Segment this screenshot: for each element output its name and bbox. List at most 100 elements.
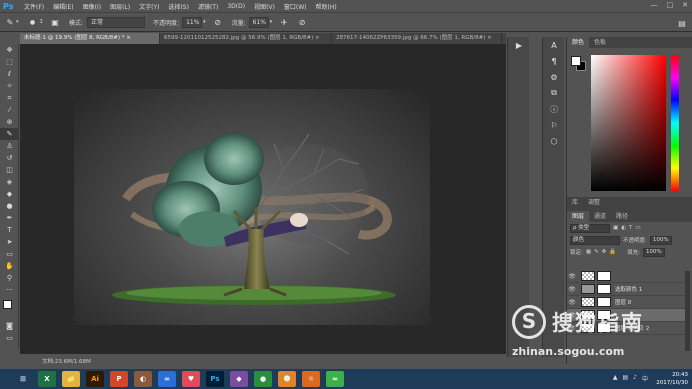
screen-mode-icon[interactable]: ▭: [0, 332, 19, 344]
tab-document-2[interactable]: 6599-12011012525282.jpg @ 56.9% (图层 1, R…: [160, 33, 332, 44]
menu-window[interactable]: 窗口(W): [284, 2, 307, 11]
3d-panel-icon[interactable]: ⬡: [543, 133, 565, 149]
airbrush-icon[interactable]: ✈: [278, 16, 290, 28]
pressure-opacity-icon[interactable]: ⊘: [212, 16, 224, 28]
layer-row[interactable]: 👁 图层 8: [567, 296, 685, 309]
filter-adjust-icon[interactable]: ◐: [621, 225, 626, 231]
system-clock[interactable]: 20:43 2017/10/30: [656, 371, 688, 387]
lasso-tool-icon[interactable]: ℓ: [0, 68, 19, 80]
menu-type[interactable]: 文字(Y): [139, 2, 159, 11]
tab-libraries[interactable]: 库: [567, 197, 583, 211]
layer-mask-thumbnail[interactable]: [597, 310, 611, 320]
network-icon[interactable]: ▤: [622, 374, 628, 383]
play-icon[interactable]: ▶: [508, 37, 530, 53]
more-tools-icon[interactable]: ···: [0, 284, 19, 296]
workspace-switcher-icon[interactable]: ▤: [676, 17, 688, 29]
photoshop-app-icon[interactable]: Ps: [206, 371, 224, 387]
filter-type-icon[interactable]: T: [629, 225, 632, 231]
paint-app-icon[interactable]: ◐: [134, 371, 152, 387]
foreground-color-swatch[interactable]: [571, 56, 581, 66]
hue-slider[interactable]: [671, 55, 679, 191]
visibility-eye-icon[interactable]: 👁: [567, 325, 577, 332]
green-app-icon[interactable]: ≈: [326, 371, 344, 387]
illustrator-app-icon[interactable]: Ai: [86, 371, 104, 387]
tab-swatches[interactable]: 色板: [589, 37, 611, 48]
layer-mask-thumbnail[interactable]: [597, 271, 611, 281]
visibility-eye-icon[interactable]: 👁: [567, 312, 577, 319]
actions-panel-icon[interactable]: ⚐: [543, 117, 565, 133]
brush-tool-icon[interactable]: ✎: [4, 16, 16, 28]
color-picker-field[interactable]: [591, 55, 666, 191]
visibility-eye-icon[interactable]: 👁: [567, 273, 577, 280]
ime-icon[interactable]: 中: [642, 374, 648, 383]
lock-move-icon[interactable]: ✥: [602, 249, 607, 255]
menu-filter[interactable]: 滤镜(T): [198, 2, 218, 11]
close-button[interactable]: ✕: [682, 1, 688, 9]
path-select-tool-icon[interactable]: ➤: [0, 236, 19, 248]
tool-preset-chevron-icon[interactable]: ▾: [16, 19, 19, 25]
paint-bucket-tool-icon[interactable]: ◈: [0, 176, 19, 188]
shape-tool-icon[interactable]: ▭: [0, 248, 19, 260]
menu-3d[interactable]: 3D(D): [227, 3, 245, 10]
tab-adjustments[interactable]: 调整: [583, 197, 605, 211]
fill-input[interactable]: 100%: [643, 247, 665, 257]
layer-row-selected[interactable]: 👁: [567, 309, 685, 322]
brush-tool-icon[interactable]: ✎: [0, 128, 19, 140]
layer-mask-thumbnail[interactable]: [597, 323, 611, 333]
color-swatches[interactable]: [0, 296, 18, 320]
pen-tool-icon[interactable]: ✒: [0, 212, 19, 224]
blur-tool-icon[interactable]: ◆: [0, 188, 19, 200]
layer-row[interactable]: 👁 图层 7 拷贝 2: [567, 322, 685, 335]
quick-mask-icon[interactable]: ◙: [0, 320, 19, 332]
lock-paint-icon[interactable]: ✎: [594, 249, 599, 255]
history-brush-tool-icon[interactable]: ↺: [0, 152, 19, 164]
lock-all-icon[interactable]: 🔒: [609, 249, 616, 255]
minimize-button[interactable]: —: [651, 1, 658, 9]
quick-select-tool-icon[interactable]: ✧: [0, 80, 19, 92]
properties-panel-icon[interactable]: ⚙: [543, 69, 565, 85]
pressure-size-icon[interactable]: ⊘: [296, 16, 308, 28]
purple-app-icon[interactable]: ◆: [230, 371, 248, 387]
filter-shape-icon[interactable]: ▭: [635, 225, 640, 231]
flow-chevron-icon[interactable]: ▾: [270, 19, 273, 25]
tab-document-1[interactable]: 未标题-1 @ 19.9% (图层 8, RGB/8#) * ×: [20, 33, 160, 44]
marquee-tool-icon[interactable]: ⬚: [0, 56, 19, 68]
move-tool-icon[interactable]: ✥: [0, 44, 19, 56]
layer-mask-thumbnail[interactable]: [597, 297, 611, 307]
foreground-color-swatch[interactable]: [3, 300, 12, 309]
tab-color[interactable]: 颜色: [567, 37, 590, 48]
lock-pixels-icon[interactable]: ▦: [586, 249, 591, 255]
opacity-input[interactable]: 11%: [182, 16, 203, 28]
menu-view[interactable]: 视图(V): [254, 2, 275, 11]
type-tool-icon[interactable]: T: [0, 224, 19, 236]
tab-channels[interactable]: 通道: [589, 211, 611, 222]
volume-icon[interactable]: ♪: [633, 374, 637, 383]
game-app-icon[interactable]: ☼: [302, 371, 320, 387]
layer-filter-select[interactable]: ρ 类型: [570, 223, 610, 233]
menu-layer[interactable]: 图层(L): [110, 2, 130, 11]
paragraph-panel-icon[interactable]: ¶: [543, 53, 565, 69]
clone-stamp-tool-icon[interactable]: ♙: [0, 140, 19, 152]
menu-edit[interactable]: 编辑(E): [53, 2, 73, 11]
menu-help[interactable]: 帮助(H): [316, 2, 337, 11]
filter-pixel-icon[interactable]: ▣: [613, 225, 618, 231]
explorer-app-icon[interactable]: 📁: [62, 371, 80, 387]
layers-scrollbar[interactable]: [685, 271, 690, 351]
excel-app-icon[interactable]: X: [38, 371, 56, 387]
tab-document-3[interactable]: 287617-14062ZP63359.jpg @ 66.7% (图层 1, R…: [332, 33, 502, 44]
blend-mode-select[interactable]: 颜色: [570, 235, 620, 245]
menu-file[interactable]: 文件(F): [24, 2, 44, 11]
menu-select[interactable]: 选择(S): [168, 2, 189, 11]
layer-opacity-input[interactable]: 100%: [649, 235, 672, 245]
canvas-area[interactable]: [20, 44, 506, 354]
mode-select[interactable]: 正常: [87, 16, 146, 28]
layer-row[interactable]: 👁 选取颜色 1: [567, 283, 685, 296]
tab-layers[interactable]: 图层: [567, 211, 590, 222]
tab-paths[interactable]: 路径: [611, 211, 633, 222]
baidu-app-icon[interactable]: ∞: [158, 371, 176, 387]
eyedropper-tool-icon[interactable]: ⁄: [0, 104, 19, 116]
pink-app-icon[interactable]: ♥: [182, 371, 200, 387]
start-windows-icon[interactable]: ⊞: [14, 371, 32, 387]
crop-tool-icon[interactable]: ⌗: [0, 92, 19, 104]
orange-app-icon[interactable]: ☻: [278, 371, 296, 387]
